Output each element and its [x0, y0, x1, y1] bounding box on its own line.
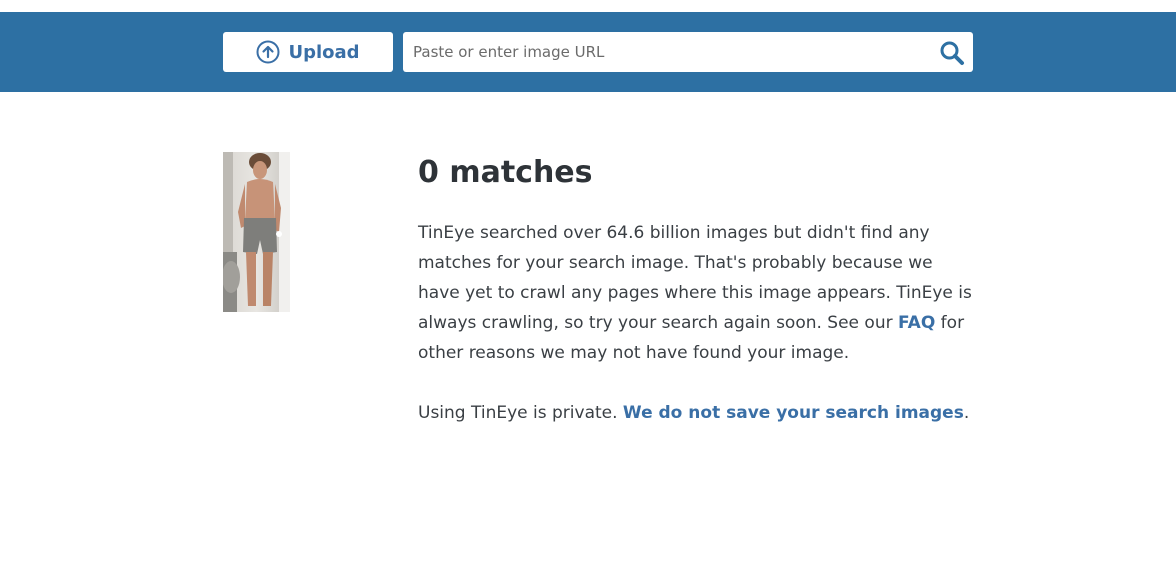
top-strip: [0, 0, 1176, 12]
faq-link[interactable]: FAQ: [898, 313, 935, 333]
upload-label: Upload: [288, 41, 360, 63]
search-icon[interactable]: [939, 40, 965, 66]
privacy-link[interactable]: We do not save your search images: [623, 403, 964, 423]
image-url-input[interactable]: [403, 32, 923, 72]
upload-icon: [256, 40, 280, 64]
privacy-note: Using TinEye is private. We do not save …: [418, 398, 973, 428]
search-box: [403, 32, 973, 72]
search-image-thumbnail: [223, 152, 290, 312]
results-title: 0 matches: [418, 155, 593, 190]
privacy-note-text: Using TinEye is private.: [418, 403, 623, 423]
results-message-text: TinEye searched over 64.6 billion images…: [418, 223, 972, 333]
privacy-note-period: .: [963, 403, 970, 423]
upload-button[interactable]: Upload: [223, 32, 393, 72]
results-message: TinEye searched over 64.6 billion images…: [418, 218, 973, 368]
